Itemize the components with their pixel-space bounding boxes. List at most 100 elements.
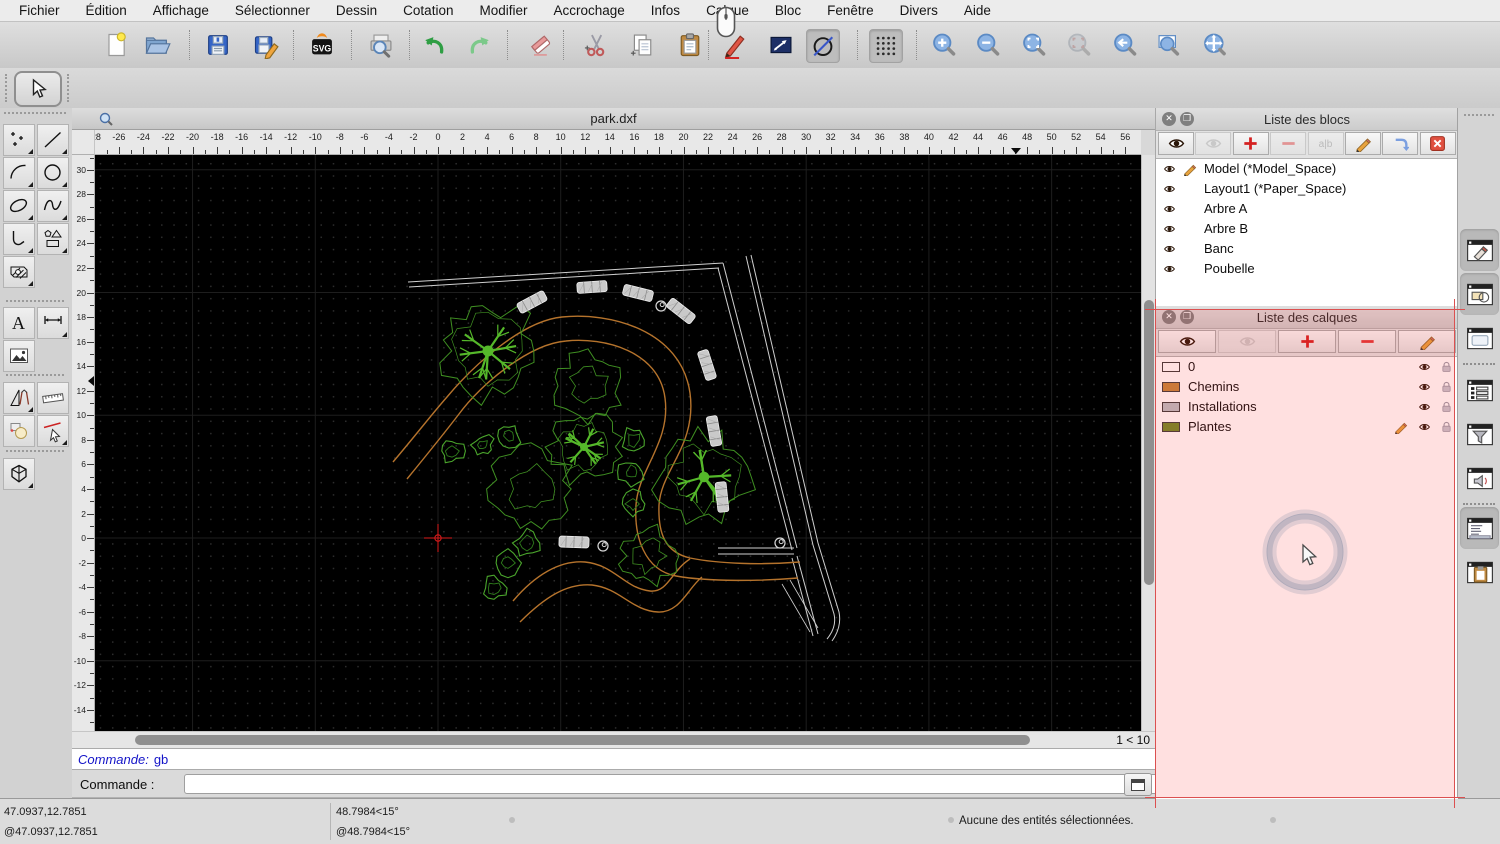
layer-color-swatch[interactable]: [1162, 382, 1180, 392]
eye-icon[interactable]: [1417, 421, 1432, 433]
menu-accrochage[interactable]: Accrochage: [540, 3, 637, 18]
toggle-command-line-button[interactable]: [1460, 507, 1499, 549]
close-icon[interactable]: ✕: [1162, 310, 1176, 324]
toggle-property-editor-button[interactable]: [1460, 317, 1499, 359]
tool-arc-button[interactable]: [3, 157, 35, 189]
toggle-selection-filter-button[interactable]: [1460, 413, 1499, 455]
zoom-out-button[interactable]: [972, 29, 1004, 61]
lock-icon[interactable]: [1440, 360, 1453, 374]
hide-all-blocks-button[interactable]: [1195, 132, 1232, 155]
vertical-scrollbar[interactable]: [1141, 155, 1155, 731]
edit-layer-button[interactable]: [1398, 330, 1456, 353]
zoom-selection-button[interactable]: [1063, 29, 1095, 61]
layer-row[interactable]: Installations: [1156, 397, 1458, 417]
toggle-layer-list-button[interactable]: [1460, 273, 1499, 315]
tool-line-button[interactable]: [37, 124, 69, 156]
close-icon[interactable]: ✕: [1162, 112, 1176, 126]
menu-divers[interactable]: Divers: [887, 3, 951, 18]
eye-icon[interactable]: [1417, 401, 1432, 413]
drawing-canvas[interactable]: [95, 155, 1141, 731]
lock-icon[interactable]: [1440, 400, 1453, 414]
tool-spline-button[interactable]: [37, 190, 69, 222]
show-all-blocks-button[interactable]: [1158, 132, 1194, 155]
hide-all-layers-button[interactable]: [1218, 330, 1276, 353]
menu-affichage[interactable]: Affichage: [140, 3, 222, 18]
menu-infos[interactable]: Infos: [638, 3, 693, 18]
eye-icon[interactable]: [1162, 163, 1177, 175]
tool-modify-button[interactable]: [3, 415, 35, 447]
tool-image-button[interactable]: [3, 340, 35, 372]
tool-polyline-button[interactable]: [3, 223, 35, 255]
undo-button[interactable]: [418, 29, 450, 61]
horizontal-scrollbar-thumb[interactable]: [135, 735, 1030, 745]
new-file-button[interactable]: [100, 29, 132, 61]
command-input[interactable]: [184, 774, 1192, 794]
lock-icon[interactable]: [1440, 380, 1453, 394]
float-icon[interactable]: ❐: [1180, 310, 1194, 324]
tool-hatch-button[interactable]: [3, 256, 35, 288]
draft-mode-button[interactable]: [806, 29, 840, 63]
toggle-block-list-button[interactable]: [1460, 229, 1499, 271]
tool-measure-button[interactable]: [37, 382, 69, 414]
tool-text-button[interactable]: A: [3, 307, 35, 339]
add-layer-button[interactable]: [1278, 330, 1336, 353]
block-row[interactable]: Poubelle: [1156, 259, 1458, 279]
show-all-layers-button[interactable]: [1158, 330, 1216, 353]
layer-row[interactable]: Plantes: [1156, 417, 1458, 437]
block-row[interactable]: Model (*Model_Space): [1156, 159, 1458, 179]
cut-button[interactable]: [580, 29, 612, 61]
print-preview-button[interactable]: [365, 29, 397, 61]
menu-edition[interactable]: Édition: [73, 3, 140, 18]
tool-dimension-button[interactable]: [37, 307, 69, 339]
menu-dessin[interactable]: Dessin: [323, 3, 390, 18]
block-row[interactable]: Layout1 (*Paper_Space): [1156, 179, 1458, 199]
eye-icon[interactable]: [1162, 263, 1177, 275]
tool-solid-button[interactable]: [3, 458, 35, 490]
pan-button[interactable]: [1199, 29, 1231, 61]
vertical-scrollbar-thumb[interactable]: [1144, 300, 1154, 585]
block-row[interactable]: Arbre A: [1156, 199, 1458, 219]
save-button[interactable]: [202, 29, 234, 61]
remove-block-button[interactable]: [1270, 132, 1307, 155]
menu-selectionner[interactable]: Sélectionner: [222, 3, 323, 18]
menu-cotation[interactable]: Cotation: [390, 3, 466, 18]
eye-icon[interactable]: [1417, 361, 1432, 373]
menu-modifier[interactable]: Modifier: [466, 3, 540, 18]
edit-block-button[interactable]: [1345, 132, 1381, 155]
layer-color-swatch[interactable]: [1162, 402, 1180, 412]
layer-row[interactable]: 0: [1156, 357, 1458, 377]
lock-icon[interactable]: [1440, 420, 1453, 434]
paste-button[interactable]: [674, 29, 706, 61]
save-as-button[interactable]: [250, 29, 282, 61]
copy-button[interactable]: [626, 29, 658, 61]
eye-icon[interactable]: [1162, 243, 1177, 255]
zoom-previous-button[interactable]: [1109, 29, 1141, 61]
horizontal-scrollbar[interactable]: 1 < 10: [72, 731, 1155, 748]
block-row[interactable]: Arbre B: [1156, 219, 1458, 239]
insert-block-button[interactable]: [1382, 132, 1419, 155]
layer-color-swatch[interactable]: [1162, 362, 1180, 372]
toggle-view-list-button[interactable]: [1460, 369, 1499, 411]
block-row[interactable]: Banc: [1156, 239, 1458, 259]
zoom-window-button[interactable]: [1153, 29, 1185, 61]
toggle-clipboard-button[interactable]: [1460, 551, 1499, 593]
toggle-library-browser-button[interactable]: [1460, 457, 1499, 499]
drawing-preferences-button[interactable]: [765, 29, 797, 61]
menu-fenetre[interactable]: Fenêtre: [814, 3, 887, 18]
erase-button[interactable]: [525, 29, 557, 61]
menu-aide[interactable]: Aide: [951, 3, 1004, 18]
remove-layer-button[interactable]: [1338, 330, 1396, 353]
eye-icon[interactable]: [1162, 223, 1177, 235]
zoom-in-button[interactable]: [928, 29, 960, 61]
tool-shapes-button[interactable]: [37, 223, 69, 255]
zoom-auto-button[interactable]: [1018, 29, 1050, 61]
rename-block-button[interactable]: a|b: [1307, 132, 1344, 155]
selection-tool-button[interactable]: [14, 71, 62, 107]
open-file-button[interactable]: [141, 29, 173, 61]
redo-button[interactable]: [464, 29, 496, 61]
float-icon[interactable]: ❐: [1180, 112, 1194, 126]
layer-row[interactable]: Chemins: [1156, 377, 1458, 397]
layer-color-swatch[interactable]: [1162, 422, 1180, 432]
tool-trim-button[interactable]: [37, 415, 69, 447]
eye-icon[interactable]: [1417, 381, 1432, 393]
